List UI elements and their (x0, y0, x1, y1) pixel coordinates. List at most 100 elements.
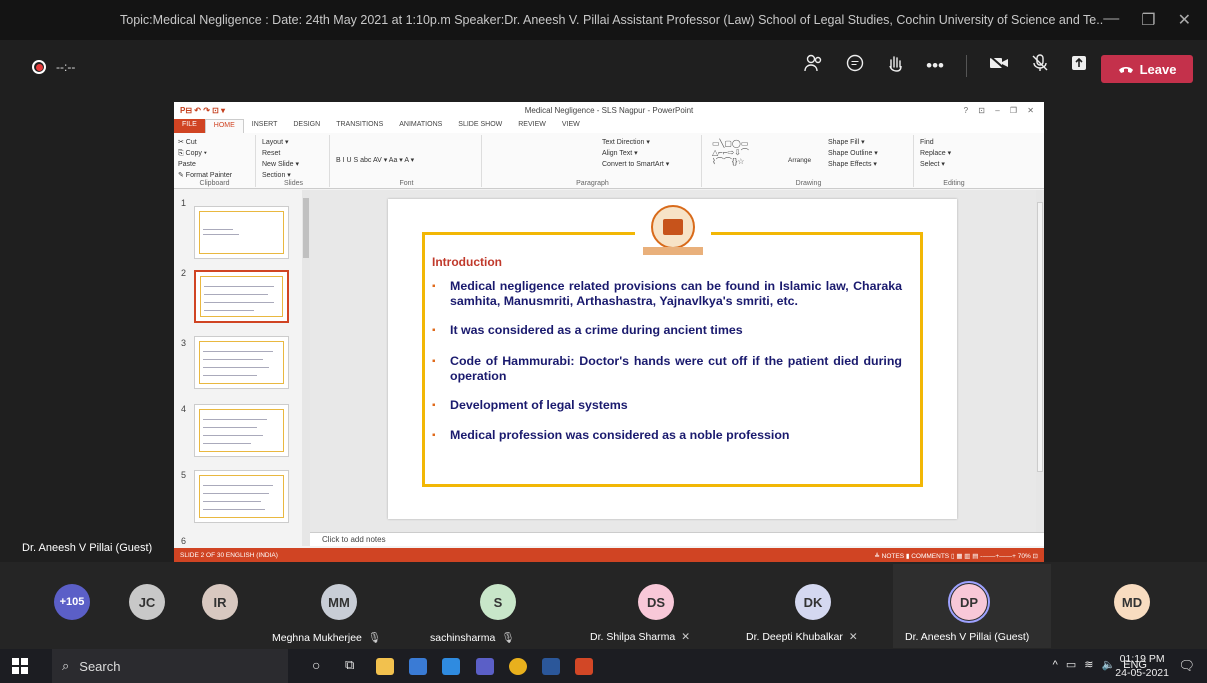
volume-icon[interactable]: 🔈 (1101, 658, 1115, 671)
store-icon[interactable] (409, 658, 427, 675)
search-label: Search (79, 658, 121, 674)
ribbon-group-label: Slides (283, 180, 304, 187)
thumbnails-scrollbar[interactable] (302, 190, 310, 546)
ppt-tab-file[interactable]: FILE (174, 119, 205, 133)
avatar[interactable]: S (480, 584, 516, 620)
slide-scrollbar[interactable] (1036, 190, 1044, 532)
current-slide[interactable]: Introduction Medical negligence related … (388, 199, 957, 519)
avatar[interactable]: IR (202, 584, 238, 620)
wifi-icon[interactable]: ≋ (1084, 658, 1093, 671)
avatar[interactable]: DK (795, 584, 831, 620)
reset-button[interactable]: Reset (262, 148, 325, 159)
university-logo (635, 205, 711, 261)
avatar-initials: IR (213, 594, 227, 610)
avatar[interactable]: DS (638, 584, 674, 620)
participant-name-text: Dr. Deepti Khubalkar (746, 631, 843, 643)
leave-button[interactable]: Leave (1101, 55, 1193, 83)
shape-outline-button[interactable]: Shape Outline ▾ (828, 148, 909, 159)
ppt-tab-home[interactable]: HOME (204, 119, 244, 133)
participant-name-text: Dr. Aneesh V Pillai (Guest) (905, 631, 1030, 643)
chat-icon[interactable] (846, 54, 864, 77)
share-icon[interactable] (1071, 55, 1087, 76)
ppt-tab-slideshow[interactable]: SLIDE SHOW (450, 119, 510, 133)
people-icon[interactable] (804, 54, 824, 77)
bullet-item: Medical negligence related provisions ca… (432, 279, 902, 309)
ppt-tab-design[interactable]: DESIGN (285, 119, 328, 133)
meeting-toolbar: --:-- ••• Leave (0, 40, 1207, 96)
windows-start-icon[interactable] (12, 658, 28, 674)
arrange-button[interactable]: Arrange (788, 157, 811, 165)
mic-icon: 🎙 (367, 632, 382, 644)
avatar[interactable]: MD (1114, 584, 1150, 620)
avatar[interactable]: MM (321, 584, 357, 620)
more-options-icon[interactable]: ••• (926, 56, 944, 76)
powerpoint-window: P⊟ ↶ ↷ ⊡ ▾ Medical Negligence - SLS Nagp… (174, 102, 1044, 563)
bullet-item: Development of legal systems (432, 398, 902, 413)
avatar-initials: MM (328, 594, 350, 610)
align-text-button[interactable]: Align Text ▾ (602, 148, 697, 159)
notes-pane[interactable]: Click to add notes (310, 532, 1044, 546)
maximize-icon[interactable]: ❐ (1141, 10, 1155, 30)
status-slide-info: SLIDE 2 OF 30 ENGLISH (INDIA) (180, 552, 278, 559)
toolbar-divider (966, 54, 967, 77)
slide-thumbnail-selected[interactable] (194, 270, 289, 323)
chevron-up-icon[interactable]: ^ (1053, 659, 1058, 671)
new-slide-button[interactable]: New Slide ▾ (262, 159, 325, 170)
camera-off-icon[interactable] (989, 55, 1009, 76)
ppt-tab-insert[interactable]: INSERT (244, 119, 286, 133)
powerpoint-icon[interactable] (575, 658, 593, 675)
ppt-ribbon: ✂ Cut ⎘ Copy ▾ Paste ✎ Format Painter Cl… (174, 133, 1044, 189)
select-button[interactable]: Select ▾ (920, 159, 988, 170)
shape-fill-button[interactable]: Shape Fill ▾ (828, 137, 909, 148)
minimize-icon[interactable]: — (1103, 10, 1119, 30)
slide-thumbnail[interactable] (194, 404, 289, 457)
slide-thumbnail[interactable] (194, 470, 289, 523)
shape-effects-button[interactable]: Shape Effects ▾ (828, 159, 909, 170)
ppt-ribbon-tabs: FILE HOME INSERT DESIGN TRANSITIONS ANIM… (174, 119, 1044, 133)
task-view-icon[interactable]: ⧉ (345, 657, 354, 673)
mail-icon[interactable] (442, 658, 460, 675)
slide-title: Introduction (432, 255, 502, 269)
word-icon[interactable] (542, 658, 560, 675)
shapes-gallery-icon[interactable]: ▭╲▢◯▭ △⌐⌐⇨⇩⌒ ⌇⌒⌒{}☆ (712, 139, 749, 166)
recording-icon (32, 60, 46, 74)
replace-button[interactable]: Replace ▾ (920, 148, 988, 159)
paste-button[interactable]: Paste (178, 159, 251, 170)
copy-button[interactable]: ⎘ Copy ▾ (178, 148, 251, 159)
raise-hand-icon[interactable] (886, 54, 904, 77)
chrome-icon[interactable] (509, 658, 527, 675)
ppt-window-controls[interactable]: ? ⊡ – ❐ ✕ (964, 106, 1038, 115)
slide-thumbnail[interactable] (194, 206, 289, 259)
layout-button[interactable]: Layout ▾ (262, 137, 325, 148)
more-participants-badge[interactable]: +105 (54, 584, 90, 620)
find-button[interactable]: Find (920, 137, 988, 148)
convert-smartart-button[interactable]: Convert to SmartArt ▾ (602, 159, 697, 170)
close-icon[interactable]: ✕ (1178, 10, 1191, 30)
status-view-controls[interactable]: ≜ NOTES ▮ COMMENTS ▯ ▦ ▥ ▤ -——+——+ 70% ⊡ (874, 552, 1038, 560)
ppt-tab-review[interactable]: REVIEW (510, 119, 554, 133)
battery-icon[interactable]: ▭ (1066, 658, 1076, 671)
text-direction-button[interactable]: Text Direction ▾ (602, 137, 697, 148)
cut-button[interactable]: ✂ Cut (178, 137, 251, 148)
taskbar-clock[interactable]: 01:19 PM 24-05-2021 (1115, 652, 1169, 680)
notification-icon[interactable]: 🗨 (1178, 658, 1195, 674)
participant-name: Dr. Shilpa Sharma ✕ (590, 631, 690, 643)
avatar-initials: S (493, 594, 503, 610)
ppt-tab-animations[interactable]: ANIMATIONS (391, 119, 450, 133)
taskbar-search[interactable]: ⌕ Search (52, 649, 288, 683)
avatar[interactable]: DP (951, 584, 987, 620)
avatar[interactable]: JC (129, 584, 165, 620)
ppt-tab-view[interactable]: VIEW (554, 119, 588, 133)
mic-off-icon[interactable] (1031, 54, 1049, 77)
teams-icon[interactable] (476, 658, 494, 675)
slide-bullets: Medical negligence related provisions ca… (432, 279, 902, 443)
file-explorer-icon[interactable] (376, 658, 394, 675)
cortana-icon[interactable]: ○ (312, 657, 320, 673)
arrange-label: Arrange (788, 157, 812, 164)
avatar-initials: +105 (59, 596, 85, 608)
leave-label: Leave (1139, 61, 1177, 77)
ppt-tab-transitions[interactable]: TRANSITIONS (328, 119, 391, 133)
font-format-buttons[interactable]: B I U S abc AV ▾ Aa ▾ A ▾ (336, 155, 477, 166)
slide-thumbnail[interactable] (194, 336, 289, 389)
bullet-item: Medical profession was considered as a n… (432, 428, 902, 443)
